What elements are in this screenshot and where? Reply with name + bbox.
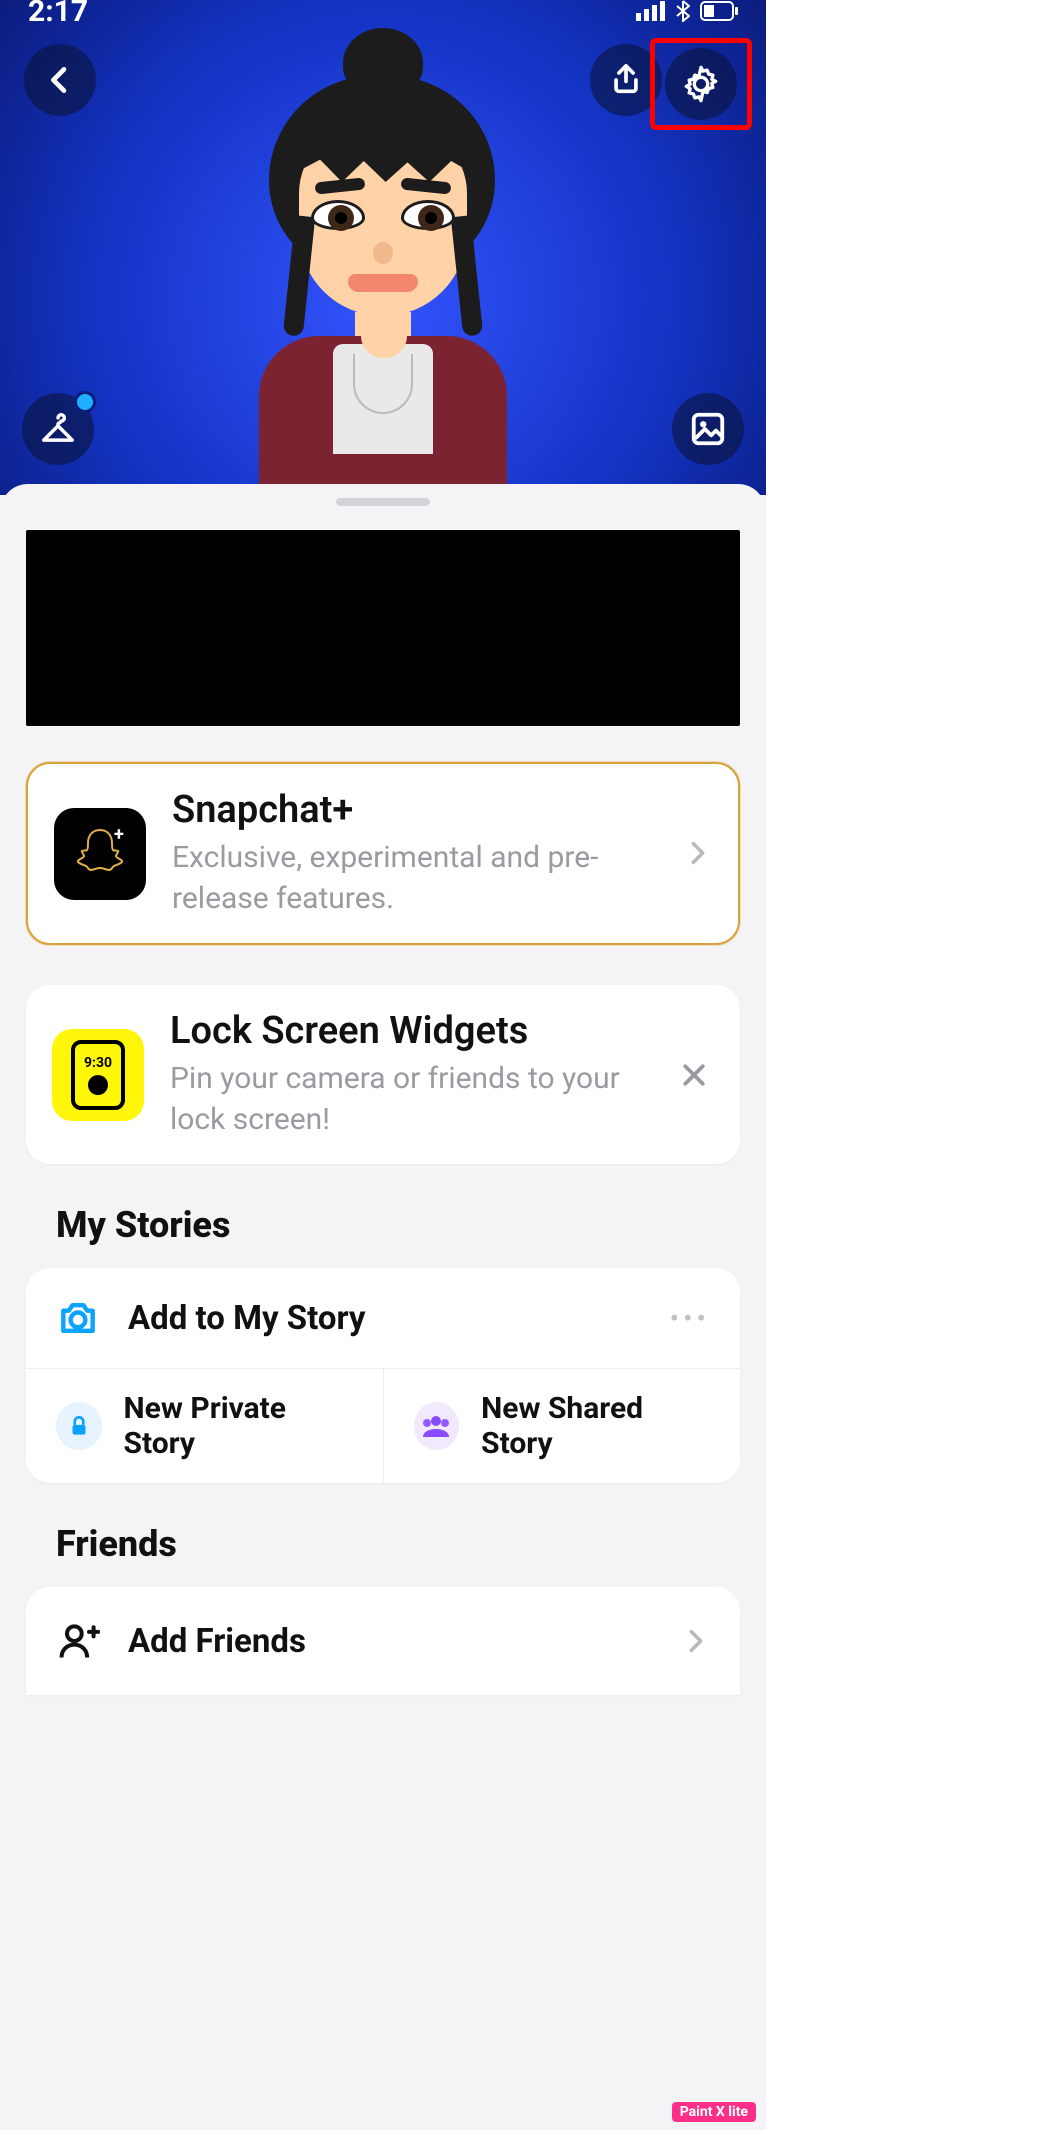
- bluetooth-icon: [676, 0, 690, 22]
- new-shared-story-button[interactable]: New Shared Story: [384, 1369, 741, 1483]
- settings-highlight: [650, 38, 752, 130]
- watermark-badge: Paint X lite: [672, 2102, 756, 2122]
- chevron-right-icon: [682, 1627, 710, 1655]
- group-icon: [414, 1402, 460, 1450]
- sheet-grabber[interactable]: [336, 498, 430, 506]
- lock-widgets-text: Lock Screen Widgets Pin your camera or f…: [170, 1009, 648, 1140]
- lock-widgets-title: Lock Screen Widgets: [170, 1009, 648, 1053]
- chevron-left-icon: [44, 64, 76, 96]
- profile-screen: 2:17: [0, 0, 766, 2130]
- friends-header: Friends: [56, 1523, 766, 1565]
- picture-icon: [689, 410, 727, 448]
- close-icon: [679, 1060, 709, 1090]
- snapchat-plus-icon: +: [54, 808, 146, 900]
- lock-widgets-subtitle: Pin your camera or friends to your lock …: [170, 1059, 648, 1140]
- snapchat-plus-title: Snapchat+: [172, 788, 658, 832]
- stories-card: Add to My Story ••• New Private Story Ne…: [26, 1268, 740, 1483]
- new-private-story-label: New Private Story: [124, 1391, 353, 1461]
- add-friends-label: Add Friends: [128, 1622, 654, 1661]
- story-options-button[interactable]: •••: [670, 1302, 710, 1335]
- lock-widgets-icon: 9:30: [52, 1029, 144, 1121]
- bitmoji-avatar[interactable]: [233, 16, 533, 486]
- profile-sheet: + Snapchat+ Exclusive, experimental and …: [0, 484, 766, 2130]
- settings-button[interactable]: [665, 48, 737, 120]
- camera-icon: [56, 1296, 100, 1340]
- signal-icon: [636, 1, 666, 21]
- lock-widgets-card[interactable]: 9:30 Lock Screen Widgets Pin your camera…: [26, 985, 740, 1164]
- outfit-button[interactable]: [22, 393, 94, 465]
- lock-icon: [56, 1402, 102, 1450]
- snapchat-plus-card[interactable]: + Snapchat+ Exclusive, experimental and …: [26, 762, 740, 945]
- snapchat-plus-text: Snapchat+ Exclusive, experimental and pr…: [172, 788, 658, 919]
- crop-edge: [766, 0, 1041, 2130]
- battery-icon: [700, 1, 738, 21]
- new-shared-story-label: New Shared Story: [481, 1391, 710, 1461]
- svg-text:+: +: [114, 824, 124, 845]
- background-button[interactable]: [672, 393, 744, 465]
- widget-time-label: 9:30: [84, 1055, 112, 1071]
- status-time: 2:17: [28, 0, 88, 29]
- hanger-icon: [39, 410, 77, 448]
- snapchat-plus-subtitle: Exclusive, experimental and pre-release …: [172, 838, 658, 919]
- friends-card: Add Friends: [26, 1587, 740, 1695]
- add-friend-icon: [56, 1619, 100, 1663]
- my-stories-header: My Stories: [56, 1204, 766, 1246]
- profile-header: 2:17: [0, 0, 766, 495]
- add-friends-row[interactable]: Add Friends: [26, 1587, 740, 1695]
- back-button[interactable]: [24, 44, 96, 116]
- share-icon: [609, 63, 643, 97]
- dismiss-widgets-button[interactable]: [674, 1055, 714, 1095]
- gear-icon: [681, 64, 721, 104]
- redacted-block: [26, 530, 740, 726]
- status-indicators: [636, 0, 738, 22]
- notification-dot: [74, 391, 96, 413]
- add-to-story-row[interactable]: Add to My Story •••: [26, 1268, 740, 1369]
- add-to-story-label: Add to My Story: [128, 1299, 642, 1338]
- chevron-right-icon: [684, 830, 712, 877]
- new-private-story-button[interactable]: New Private Story: [26, 1369, 384, 1483]
